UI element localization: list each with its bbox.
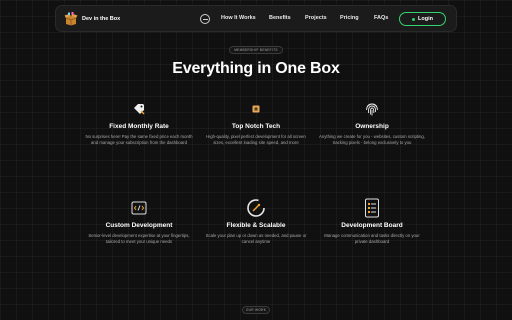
box-logo-icon	[64, 11, 78, 26]
theme-toggle-icon[interactable]	[200, 14, 210, 24]
feature-title: Custom Development	[105, 222, 173, 229]
refresh-icon	[246, 198, 266, 218]
tag-icon	[129, 99, 149, 119]
feature-top-notch-tech: Top Notch Tech High-quality, pixel perfe…	[196, 99, 316, 146]
status-dot-icon	[412, 17, 416, 21]
feature-description: Senior-level development expertise at yo…	[88, 233, 190, 245]
feature-custom-development: Custom Development Senior-level developm…	[79, 198, 199, 245]
code-icon	[129, 198, 149, 218]
feature-title: Development Board	[341, 222, 403, 229]
brand-name: Dev in the Box	[82, 15, 121, 22]
fingerprint-icon	[362, 99, 382, 119]
navbar: Dev in the Box How It Works Benefits Pro…	[55, 5, 457, 32]
feature-title: Ownership	[355, 123, 389, 130]
feature-flexible-scalable: Flexible & Scalable Scale your plan up o…	[196, 198, 316, 245]
feature-title: Flexible & Scalable	[226, 222, 286, 229]
feature-title: Top Notch Tech	[231, 123, 281, 130]
feature-description: No surprises here! Pay the same fixed pr…	[85, 134, 193, 146]
feature-development-board: Development Board Manage communication a…	[312, 198, 432, 245]
chip-icon	[246, 99, 266, 119]
feature-ownership: Ownership Anything we create for you - w…	[312, 99, 432, 146]
section-title: Everything in One Box	[172, 60, 340, 77]
feature-fixed-monthly-rate: Fixed Monthly Rate No surprises here! Pa…	[79, 99, 199, 146]
board-icon	[362, 198, 382, 218]
feature-description: Manage communication and tasks directly …	[324, 233, 420, 245]
nav-link-faqs[interactable]: FAQs	[374, 15, 388, 21]
section-badge: MEMBERSHIP BENEFITS	[229, 46, 283, 54]
nav-link-pricing[interactable]: Pricing	[340, 15, 359, 21]
next-section-badge: OUR WORK	[242, 306, 270, 314]
login-button[interactable]: Login	[399, 12, 446, 26]
nav-link-benefits[interactable]: Benefits	[269, 15, 291, 21]
nav-link-projects[interactable]: Projects	[305, 15, 327, 21]
brand-logo[interactable]: Dev in the Box	[64, 11, 121, 26]
feature-description: Anything we create for you - websites, c…	[318, 134, 426, 146]
feature-title: Fixed Monthly Rate	[109, 123, 169, 130]
feature-description: High-quality, pixel perfect development …	[206, 134, 306, 146]
login-label: Login	[418, 16, 433, 22]
feature-description: Scale your plan up or down as needed, an…	[205, 233, 307, 245]
nav-link-how-it-works[interactable]: How It Works	[221, 15, 256, 21]
